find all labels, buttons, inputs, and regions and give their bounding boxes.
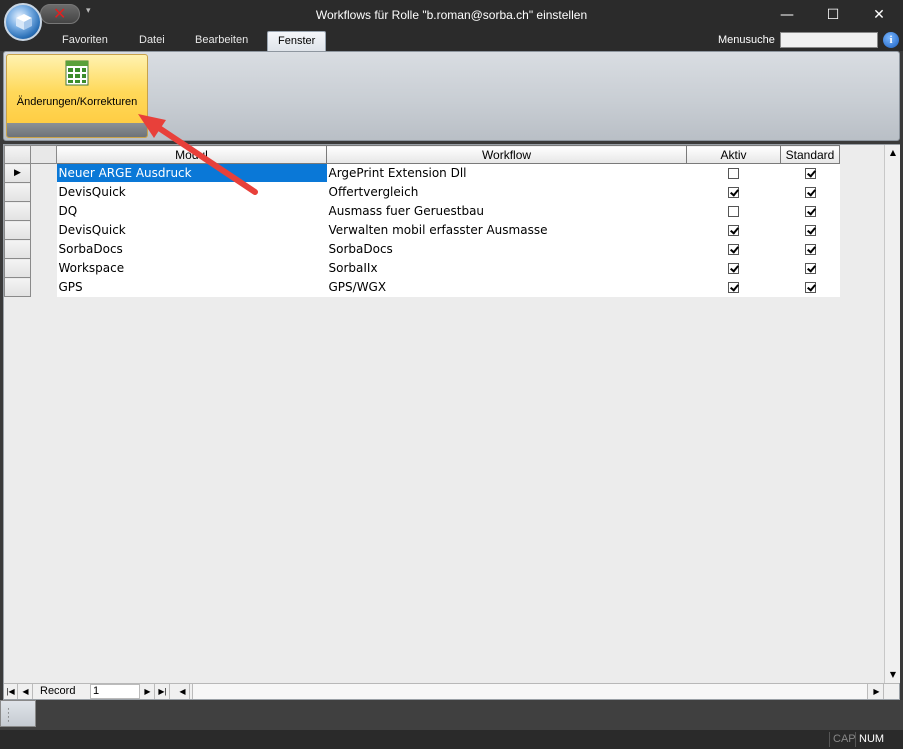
ribbon-tab-row: Favoriten Datei Bearbeiten Fenster Menus… — [0, 31, 903, 51]
close-button[interactable]: ✕ — [856, 0, 902, 31]
column-header-modul[interactable]: Modul — [56, 145, 327, 164]
tab-datei[interactable]: Datei — [129, 31, 175, 51]
row-gap — [30, 277, 57, 297]
help-info-icon[interactable]: i — [883, 32, 899, 48]
standard-checkbox[interactable] — [804, 168, 816, 179]
document-tab-bar: · · · · — [0, 700, 903, 730]
standard-checkbox[interactable] — [804, 263, 816, 274]
row-selector[interactable] — [4, 220, 31, 240]
aktiv-checkbox[interactable] — [728, 263, 739, 274]
table-grid-icon — [65, 60, 89, 86]
cell-workflow[interactable]: ArgePrint Extension Dll — [326, 163, 687, 183]
table-row[interactable]: Workspace SorbaIIx — [4, 258, 840, 278]
table-row[interactable]: DQ Ausmass fuer Geruestbau — [4, 201, 840, 221]
cell-workflow[interactable]: SorbaIIx — [326, 258, 687, 278]
cell-modul[interactable]: DQ — [56, 201, 327, 221]
hscroll-left-icon[interactable]: ◀ — [176, 684, 190, 699]
table-row[interactable]: DevisQuick Offertvergleich — [4, 182, 840, 202]
cell-workflow[interactable]: SorbaDocs — [326, 239, 687, 259]
tab-favoriten[interactable]: Favoriten — [52, 31, 118, 51]
row-gap — [30, 258, 57, 278]
aktiv-checkbox[interactable] — [728, 225, 739, 236]
column-header-workflow[interactable]: Workflow — [326, 145, 687, 164]
tab-fenster[interactable]: Fenster — [267, 31, 327, 51]
cell-modul[interactable]: GPS — [56, 277, 327, 297]
previous-record-icon[interactable]: ◀ — [19, 684, 33, 699]
row-gap — [30, 239, 57, 259]
row-gap — [30, 220, 57, 240]
cell-workflow[interactable]: GPS/WGX — [326, 277, 687, 297]
menusuche-input[interactable] — [780, 32, 878, 48]
row-selector[interactable] — [4, 239, 31, 259]
table-header-row: Modul Workflow Aktiv Standard — [4, 145, 840, 164]
cell-modul[interactable]: Neuer ARGE Ausdruck — [56, 163, 327, 183]
aktiv-checkbox[interactable] — [728, 168, 739, 179]
grip-icon: · · · · — [7, 705, 10, 727]
status-bar: CAP NUM — [0, 730, 903, 749]
cell-modul[interactable]: DevisQuick — [56, 182, 327, 202]
standard-checkbox[interactable] — [804, 225, 816, 236]
aktiv-checkbox[interactable] — [728, 206, 739, 217]
ribbon-panel: Änderungen/Korrekturen — [3, 51, 900, 141]
row-gap — [30, 163, 57, 183]
current-row-marker-icon[interactable]: ▶ — [4, 163, 31, 183]
row-gap — [30, 201, 57, 221]
row-selector[interactable] — [4, 258, 31, 278]
column-header-standard[interactable]: Standard — [780, 145, 840, 164]
table-row[interactable]: DevisQuick Verwalten mobil erfasster Aus… — [4, 220, 840, 240]
cell-modul[interactable]: Workspace — [56, 258, 327, 278]
scroll-up-icon[interactable]: ▲ — [885, 145, 901, 161]
last-record-icon[interactable]: ▶| — [156, 684, 170, 699]
document-tab[interactable]: · · · · — [0, 700, 36, 727]
app-menu-orb[interactable] — [4, 3, 42, 41]
record-number-input[interactable]: 1 — [90, 684, 140, 699]
cell-workflow[interactable]: Verwalten mobil erfasster Ausmasse — [326, 220, 687, 240]
row-selector[interactable] — [4, 201, 31, 221]
table-row[interactable]: GPS GPS/WGX — [4, 277, 840, 297]
title-bar: ✕ ▾ Workflows für Rolle "b.roman@sorba.c… — [0, 0, 903, 31]
row-gap — [30, 182, 57, 202]
row-selector-header[interactable] — [4, 145, 31, 164]
workflow-table: Modul Workflow Aktiv Standard ▶ Neuer AR… — [4, 145, 840, 297]
maximize-button[interactable]: ☐ — [810, 0, 856, 31]
minimize-button[interactable]: — — [764, 0, 810, 31]
standard-checkbox[interactable] — [804, 244, 816, 255]
cell-workflow[interactable]: Offertvergleich — [326, 182, 687, 202]
standard-checkbox[interactable] — [804, 282, 816, 293]
next-record-icon[interactable]: ▶ — [141, 684, 155, 699]
hscroll-right-icon[interactable]: ▶ — [870, 684, 884, 699]
cell-modul[interactable]: SorbaDocs — [56, 239, 327, 259]
aktiv-checkbox[interactable] — [728, 282, 739, 293]
row-selector[interactable] — [4, 182, 31, 202]
table-row[interactable]: SorbaDocs SorbaDocs — [4, 239, 840, 259]
menusuche-label: Menusuche — [718, 34, 775, 46]
vertical-scrollbar[interactable]: ▲ ▼ — [884, 145, 900, 683]
record-label: Record — [40, 685, 76, 697]
row-selector-header-2 — [30, 145, 57, 164]
aktiv-checkbox[interactable] — [728, 244, 739, 255]
ribbon-group-footer — [7, 123, 147, 137]
column-header-aktiv[interactable]: Aktiv — [686, 145, 781, 164]
cell-workflow[interactable]: Ausmass fuer Geruestbau — [326, 201, 687, 221]
aenderungen-korrekturen-label: Änderungen/Korrekturen — [16, 96, 138, 108]
horizontal-scrollbar[interactable] — [192, 684, 868, 699]
aktiv-checkbox[interactable] — [728, 187, 739, 198]
workflow-grid: Modul Workflow Aktiv Standard ▶ Neuer AR… — [3, 144, 900, 700]
standard-checkbox[interactable] — [804, 206, 816, 217]
num-lock-indicator: NUM — [855, 732, 887, 747]
tab-bearbeiten[interactable]: Bearbeiten — [185, 31, 258, 51]
first-record-icon[interactable]: |◀ — [4, 684, 18, 699]
table-row[interactable]: ▶ Neuer ARGE Ausdruck ArgePrint Extensio… — [4, 163, 840, 183]
cell-modul[interactable]: DevisQuick — [56, 220, 327, 240]
scroll-down-icon[interactable]: ▼ — [885, 667, 901, 683]
row-selector[interactable] — [4, 277, 31, 297]
aenderungen-korrekturen-button[interactable]: Änderungen/Korrekturen — [6, 54, 148, 138]
standard-checkbox[interactable] — [804, 187, 816, 198]
cube-icon — [16, 14, 32, 30]
record-navigator: |◀ ◀ Record 1 ▶ ▶| ◀ ▶ — [4, 683, 899, 699]
